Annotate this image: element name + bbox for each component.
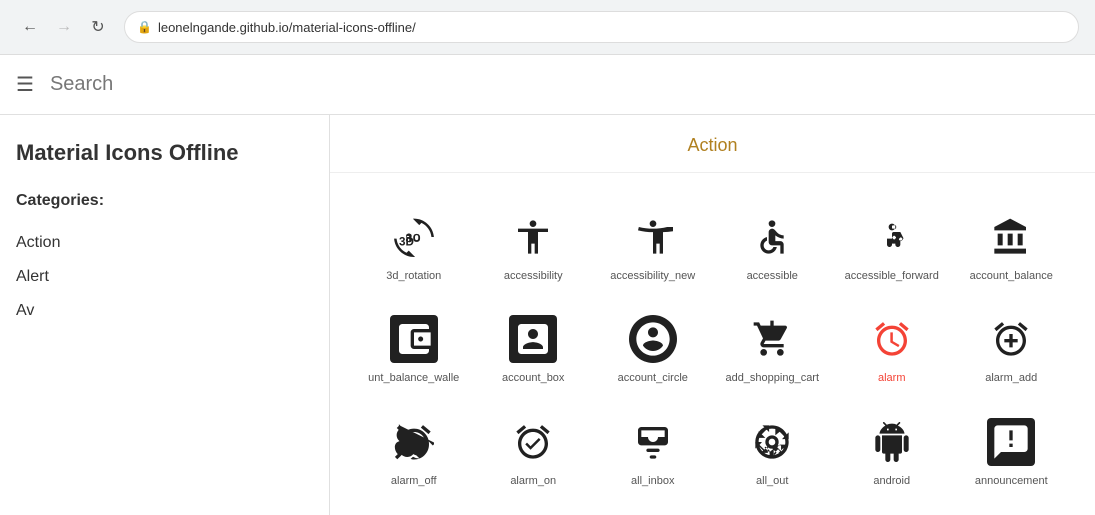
main-layout: Material Icons Offline Categories: Actio…	[0, 115, 1095, 515]
icon-name-add-shopping-cart: add_shopping_cart	[725, 371, 819, 385]
icon-account-balance-wallet[interactable]: unt_balance_walle	[354, 299, 474, 401]
icon-account-box[interactable]: account_box	[474, 299, 594, 401]
icon-name-accessible-forward: accessible_forward	[845, 269, 939, 283]
icon-name-alarm-on: alarm_on	[510, 474, 556, 488]
accessible-icon	[748, 213, 796, 261]
icon-name-alarm: alarm	[878, 371, 906, 385]
accessible-forward-icon	[868, 213, 916, 261]
icon-name-all-out: all_out	[756, 474, 788, 488]
icon-account-balance[interactable]: account_balance	[952, 197, 1072, 299]
icon-alarm-off[interactable]: alarm_off	[354, 402, 474, 504]
sidebar-item-action[interactable]: Action	[16, 226, 313, 260]
announcement-icon	[987, 418, 1035, 466]
3d-rotation-icon: 3D	[390, 213, 438, 261]
svg-text:3D: 3D	[399, 235, 414, 248]
refresh-button[interactable]: ↻	[84, 13, 112, 41]
all-inbox-icon	[629, 418, 677, 466]
sidebar: Material Icons Offline Categories: Actio…	[0, 115, 330, 515]
icon-name-accessibility: accessibility	[504, 269, 563, 283]
icon-name-alarm-add: alarm_add	[985, 371, 1037, 385]
categories-label: Categories:	[16, 192, 313, 210]
icon-3d-rotation[interactable]: 3D 3d_rotation	[354, 197, 474, 299]
icon-add-shopping-cart[interactable]: add_shopping_cart	[713, 299, 833, 401]
icon-alarm-add[interactable]: alarm_add	[952, 299, 1072, 401]
back-button[interactable]: ←	[16, 13, 44, 41]
account-balance-icon	[987, 213, 1035, 261]
icon-all-out[interactable]: all_out	[713, 402, 833, 504]
icon-alarm-on[interactable]: alarm_on	[474, 402, 594, 504]
icon-name-alarm-off: alarm_off	[391, 474, 437, 488]
forward-button[interactable]: →	[50, 13, 78, 41]
search-label: Search	[50, 73, 113, 96]
icon-name-accessibility-new: accessibility_new	[610, 269, 695, 283]
icon-alarm[interactable]: alarm	[832, 299, 952, 401]
icon-name-all-inbox: all_inbox	[631, 474, 674, 488]
all-out-icon	[748, 418, 796, 466]
browser-chrome: ← → ↻ 🔒 leonelngande.github.io/material-…	[0, 0, 1095, 55]
add-shopping-cart-icon	[748, 315, 796, 363]
icon-all-inbox[interactable]: all_inbox	[593, 402, 713, 504]
account-balance-wallet-icon	[390, 315, 438, 363]
icon-name-announcement: announcement	[975, 474, 1048, 488]
accessibility-icon	[509, 213, 557, 261]
content-area[interactable]: Action 3D 3d_rotation accessibility acc	[330, 115, 1095, 515]
icons-grid: 3D 3d_rotation accessibility accessibili…	[330, 181, 1095, 515]
icon-android[interactable]: android	[832, 402, 952, 504]
hamburger-menu-icon[interactable]: ☰	[16, 72, 34, 97]
nav-buttons: ← → ↻	[16, 13, 112, 41]
icon-name-account-circle: account_circle	[618, 371, 688, 385]
icon-announcement[interactable]: announcement	[952, 402, 1072, 504]
sidebar-item-av[interactable]: Av	[16, 294, 313, 328]
app-header: ☰ Search	[0, 55, 1095, 115]
category-title: Action	[330, 115, 1095, 173]
account-circle-icon	[629, 315, 677, 363]
icon-name-account-balance-wallet: unt_balance_walle	[368, 371, 459, 385]
alarm-on-icon	[509, 418, 557, 466]
icon-accessibility[interactable]: accessibility	[474, 197, 594, 299]
icon-name-3d-rotation: 3d_rotation	[386, 269, 441, 283]
icon-name-android: android	[873, 474, 910, 488]
alarm-add-icon	[987, 315, 1035, 363]
icon-account-circle[interactable]: account_circle	[593, 299, 713, 401]
icon-accessibility-new[interactable]: accessibility_new	[593, 197, 713, 299]
sidebar-title: Material Icons Offline	[16, 139, 313, 168]
sidebar-item-alert[interactable]: Alert	[16, 260, 313, 294]
icon-name-accessible: accessible	[747, 269, 798, 283]
account-box-icon	[509, 315, 557, 363]
alarm-off-icon	[390, 418, 438, 466]
icon-accessible[interactable]: accessible	[713, 197, 833, 299]
android-icon	[868, 418, 916, 466]
accessibility-new-icon	[629, 213, 677, 261]
alarm-icon	[868, 315, 916, 363]
url-text: leonelngande.github.io/material-icons-of…	[158, 20, 416, 35]
icon-name-account-box: account_box	[502, 371, 564, 385]
lock-icon: 🔒	[137, 20, 152, 34]
icon-accessible-forward[interactable]: accessible_forward	[832, 197, 952, 299]
icon-name-account-balance: account_balance	[970, 269, 1053, 283]
address-bar[interactable]: 🔒 leonelngande.github.io/material-icons-…	[124, 11, 1079, 43]
